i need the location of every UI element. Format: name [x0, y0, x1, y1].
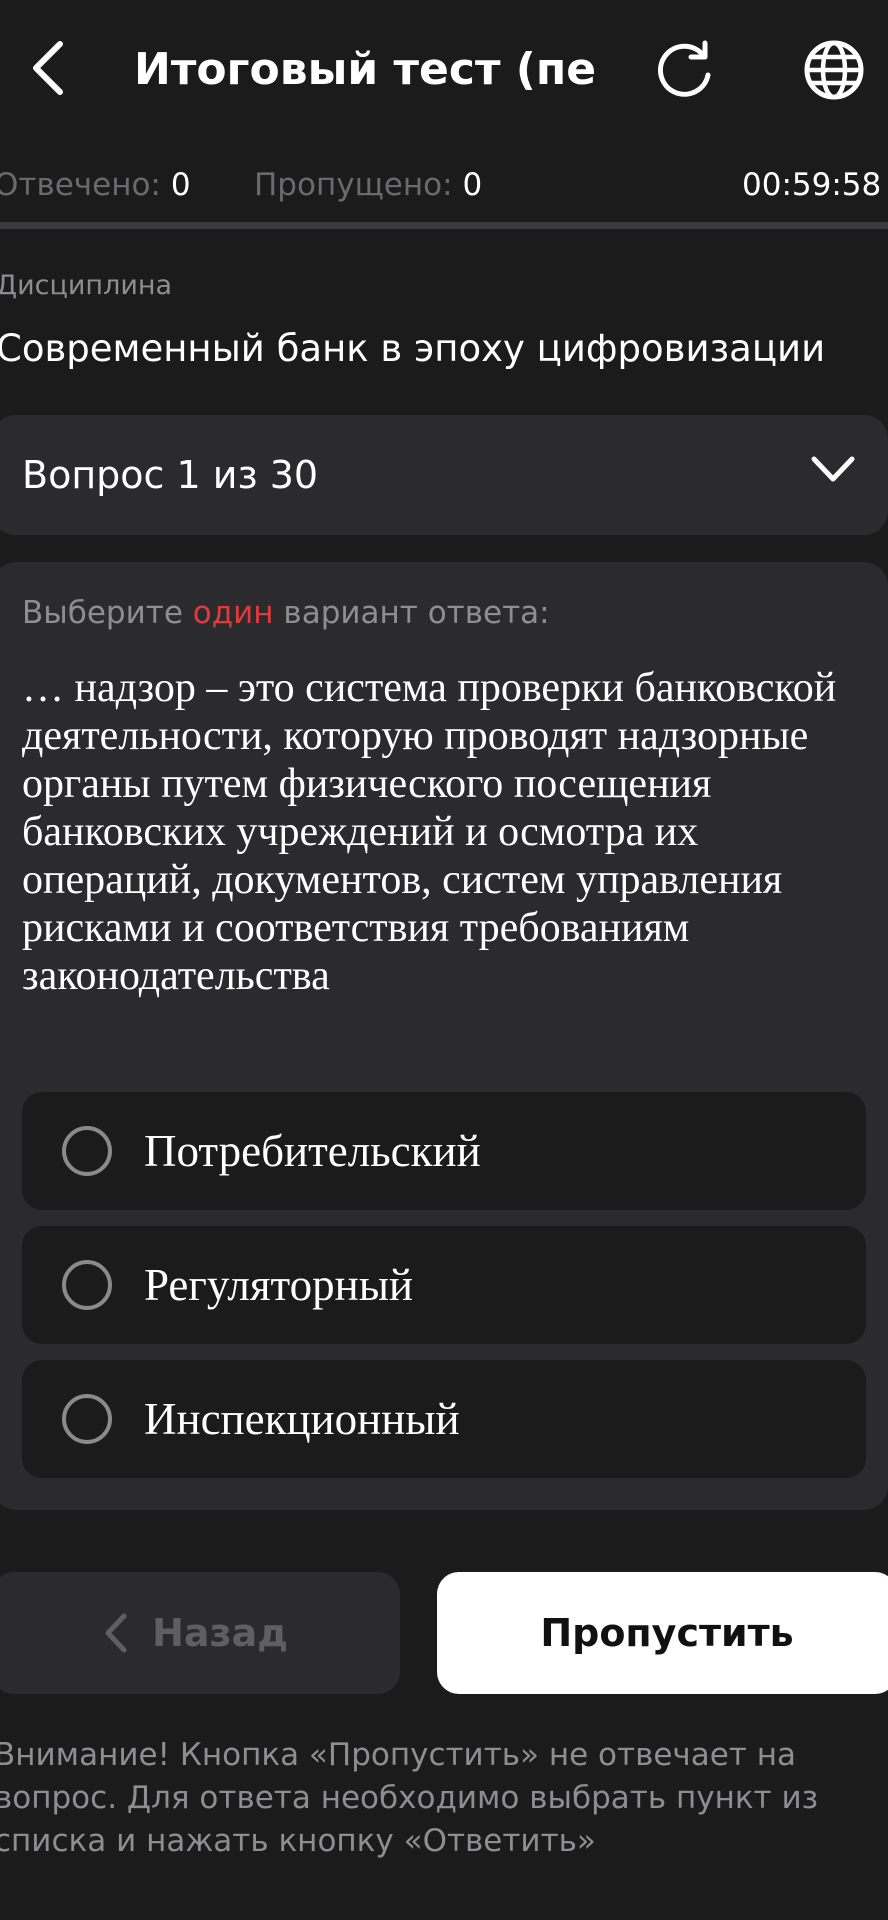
question-selector[interactable]: Вопрос 1 из 30: [0, 415, 888, 535]
skip-button[interactable]: Пропустить: [437, 1572, 888, 1694]
timer: 00:59:58: [742, 167, 882, 203]
chevron-left-icon: [33, 41, 63, 95]
option-label: Инспекционный: [144, 1394, 460, 1444]
instruction-suffix: вариант ответа:: [273, 595, 550, 631]
answer-option[interactable]: Потребительский: [22, 1092, 866, 1210]
discipline-label: Дисциплина: [0, 270, 173, 301]
option-label: Потребительский: [144, 1126, 481, 1176]
discipline-name: Современный банк в эпоху цифровизации: [0, 327, 826, 370]
progress-stats: Отвечено: 0 Пропущено: 0 00:59:58: [0, 160, 888, 210]
globe-icon: [804, 40, 864, 100]
answered-stat: Отвечено: 0: [0, 160, 191, 210]
back-button[interactable]: [20, 32, 76, 104]
language-button[interactable]: [800, 36, 868, 104]
question-card: Выберите один вариант ответа: … надзор –…: [0, 562, 888, 1510]
answered-label: Отвечено:: [0, 167, 161, 203]
back-question-button[interactable]: Назад: [0, 1572, 400, 1694]
radio-button[interactable]: [62, 1394, 112, 1444]
skipped-count: 0: [462, 167, 483, 203]
answer-option[interactable]: Инспекционный: [22, 1360, 866, 1478]
question-selector-label: Вопрос 1 из 30: [22, 453, 319, 497]
answer-option[interactable]: Регуляторный: [22, 1226, 866, 1344]
answered-count: 0: [170, 167, 191, 203]
skip-button-label: Пропустить: [540, 1611, 794, 1655]
option-label: Регуляторный: [144, 1260, 414, 1310]
reload-icon: [658, 40, 711, 97]
header: Итоговый тест (пе...: [0, 0, 888, 140]
instruction-highlight: один: [192, 595, 274, 631]
reload-button[interactable]: [650, 36, 718, 104]
radio-button[interactable]: [62, 1126, 112, 1176]
skipped-stat: Пропущено: 0: [254, 160, 482, 210]
instruction-prefix: Выберите: [22, 595, 193, 631]
skipped-label: Пропущено:: [254, 167, 453, 203]
chevron-down-icon: [811, 456, 855, 482]
back-question-label: Назад: [152, 1611, 288, 1655]
chevron-left-icon: [105, 1613, 127, 1653]
divider: [0, 222, 888, 229]
answer-instruction: Выберите один вариант ответа:: [22, 592, 550, 634]
radio-button[interactable]: [62, 1260, 112, 1310]
skip-notice: Внимание! Кнопка «Пропустить» не отвечае…: [0, 1737, 819, 1859]
page-title: Итоговый тест (пе...: [134, 44, 594, 95]
question-text: … надзор – это система проверки банковск…: [22, 665, 837, 999]
